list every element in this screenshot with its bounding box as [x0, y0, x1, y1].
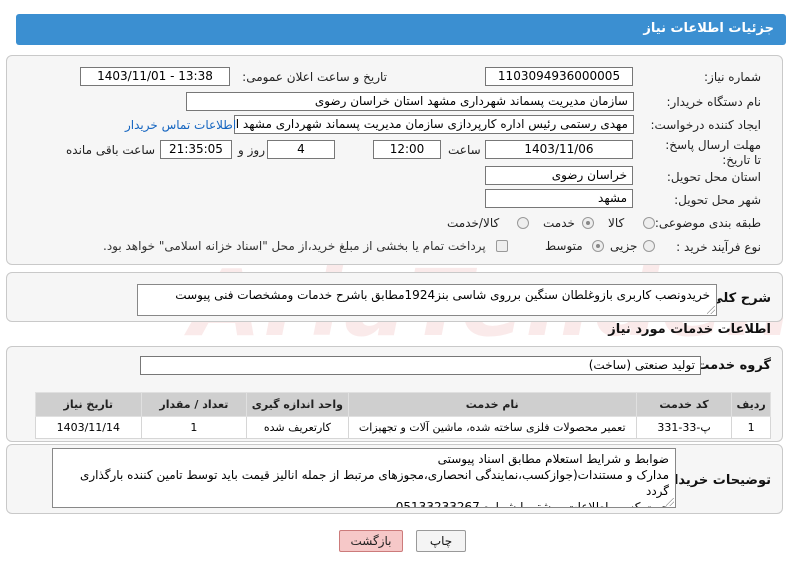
city-field: مشهد: [485, 189, 633, 208]
page-title: جزئیات اطلاعات نیاز: [643, 21, 774, 36]
summary-text-content: خریدونصب کاربری بازوغلطان سنگین برروی شا…: [175, 288, 710, 302]
category-option-goods: کالا: [608, 216, 625, 230]
col-row-number: ردیف: [731, 392, 771, 417]
buyer-notes-line: مدارک و مستندات(جوازکسب،نمایندگی انحصاری…: [79, 468, 669, 498]
back-button[interactable]: بازگشت: [339, 530, 403, 552]
process-option-medium: متوسط: [545, 239, 583, 253]
cell-need-date: 1403/11/14: [35, 416, 142, 439]
page-header: جزئیات اطلاعات نیاز: [16, 14, 786, 45]
col-service-code: کد خدمت: [635, 392, 733, 417]
services-section-title: اطلاعات خدمات مورد نیاز: [608, 322, 771, 337]
buyer-notes-text: ضوابط و شرایط استعلام مطابق اسناد پیوستی…: [52, 448, 676, 508]
deadline-date-field: 1403/11/06: [485, 140, 633, 159]
deadline-time-field: 12:00: [373, 140, 441, 159]
process-radio-medium[interactable]: [592, 240, 604, 252]
buyer-contact-link[interactable]: اطلاعات تماس خریدار: [125, 118, 236, 132]
deadline-label: مهلت ارسال پاسخ: تا تاریخ:: [665, 138, 761, 167]
cell-service-code: پ-33-331: [635, 416, 733, 439]
buyer-notes-label: توضیحات خریدار:: [661, 473, 771, 488]
category-option-service: خدمت: [543, 216, 575, 230]
remaining-time-field: 21:35:05: [160, 140, 232, 159]
buyer-org-field: سازمان مدیریت پسماند شهرداری مشهد استان …: [186, 92, 634, 111]
days-remaining-field: 4: [267, 140, 335, 159]
creator-field: مهدی رستمی رئیس اداره کارپردازی سازمان م…: [234, 115, 634, 134]
process-option-minor: جزیی: [610, 239, 638, 253]
province-field: خراسان رضوی: [485, 166, 633, 185]
category-label: طبقه بندی موضوعی:: [654, 216, 761, 230]
deadline-time-label: ساعت: [448, 143, 481, 157]
table-row: 1 پ-33-331 تعمیر محصولات فلزی ساخته شده،…: [35, 416, 771, 439]
col-need-date: تاریخ نیاز: [35, 392, 142, 417]
announce-field: 1403/11/01 - 13:38: [80, 67, 230, 86]
resize-handle[interactable]: [666, 498, 674, 506]
category-radio-goods[interactable]: [643, 217, 655, 229]
col-quantity: تعداد / مقدار: [140, 392, 248, 417]
summary-text: خریدونصب کاربری بازوغلطان سنگین برروی شا…: [137, 284, 717, 316]
announce-label: تاریخ و ساعت اعلان عمومی:: [242, 70, 387, 84]
print-button[interactable]: چاپ: [416, 530, 466, 552]
province-label: استان محل تحویل:: [666, 170, 761, 184]
process-radio-minor[interactable]: [643, 240, 655, 252]
category-option-goods-service: کالا/خدمت: [447, 216, 500, 230]
buyer-org-label: نام دستگاه خریدار:: [666, 95, 762, 109]
resize-handle[interactable]: [707, 306, 715, 314]
buyer-notes-line: ضوابط و شرایط استعلام مطابق اسناد پیوستی: [437, 452, 669, 466]
process-label: نوع فرآیند خرید :: [676, 240, 761, 254]
days-label: روز و: [238, 143, 265, 157]
table-header-row: ردیف کد خدمت نام خدمت واحد اندازه گیری ت…: [35, 392, 771, 417]
treasury-checkbox[interactable]: [496, 240, 508, 252]
city-label: شهر محل تحویل:: [674, 193, 761, 207]
remaining-label: ساعت باقی مانده: [66, 143, 156, 157]
need-number-field: 1103094936000005: [485, 67, 633, 86]
services-table: ردیف کد خدمت نام خدمت واحد اندازه گیری ت…: [35, 392, 771, 439]
col-unit: واحد اندازه گیری: [246, 392, 349, 417]
treasury-note: پرداخت تمام یا بخشی از مبلغ خرید،از محل …: [103, 239, 486, 253]
creator-label: ایجاد کننده درخواست:: [650, 118, 761, 132]
cell-unit: کارتعریف شده: [246, 416, 349, 439]
category-radio-service[interactable]: [582, 217, 594, 229]
col-service-name: نام خدمت: [347, 392, 637, 417]
buyer-notes-line: جهت کسب اطلاعات بیبشتر با شماره 05133233…: [395, 500, 669, 508]
service-group-label: گروه خدمت:: [691, 358, 771, 373]
need-number-label: شماره نیاز:: [704, 70, 761, 84]
cell-service-name: تعمیر محصولات فلزی ساخته شده، ماشین آلات…: [347, 416, 637, 439]
cell-row-number: 1: [731, 416, 771, 439]
cell-quantity: 1: [140, 416, 248, 439]
service-group-field: تولید صنعتی (ساخت): [140, 356, 701, 375]
category-radio-goods-service[interactable]: [517, 217, 529, 229]
